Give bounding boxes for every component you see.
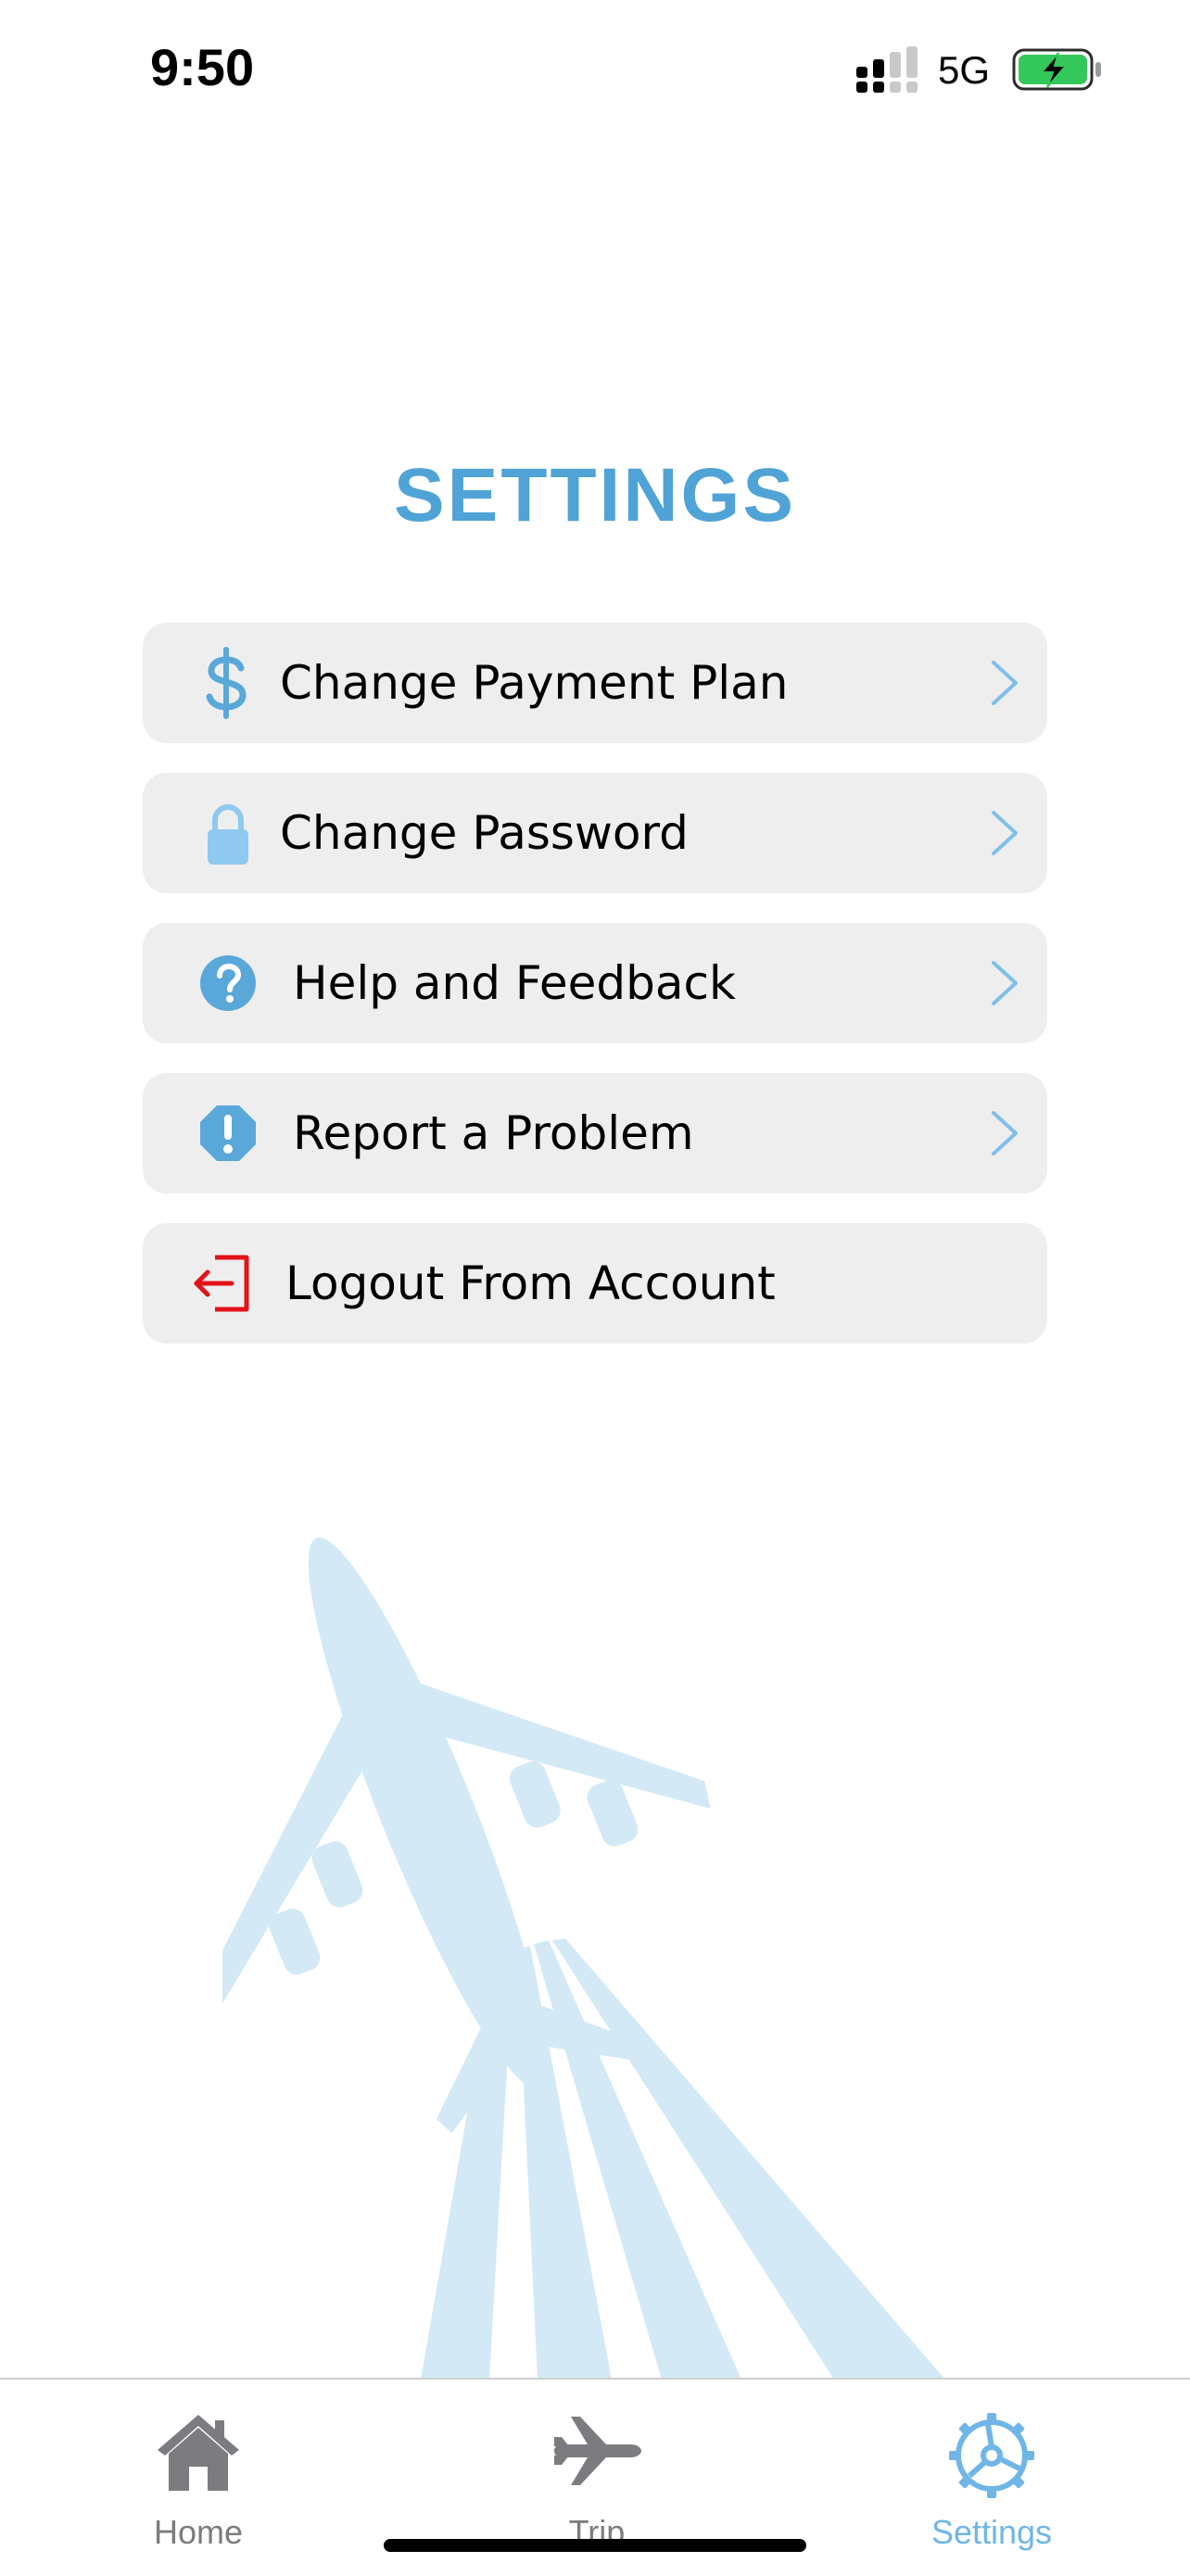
network-type: 5G (938, 48, 991, 92)
change-password-label: Change Password (280, 806, 689, 860)
help-and-feedback-label: Help and Feedback (293, 956, 736, 1010)
change-payment-plan-label: Change Payment Plan (280, 656, 789, 710)
cellular-signal-icon (856, 46, 918, 93)
lock-icon (208, 804, 248, 865)
chevron-right-icon (992, 961, 1018, 1005)
tab-home[interactable]: Home (87, 2380, 310, 2576)
battery-charging-icon (1012, 48, 1101, 91)
page-title: SETTINGS (393, 453, 797, 537)
report-a-problem-label: Report a Problem (293, 1106, 694, 1160)
status-bar: 9:50 5G (0, 0, 1190, 139)
logout-icon (194, 1255, 249, 1312)
change-payment-plan-button[interactable]: Change Payment Plan (143, 623, 1047, 743)
tab-settings-label: Settings (930, 2513, 1053, 2551)
home-indicator (384, 2539, 806, 2552)
change-password-button[interactable]: Change Password (143, 773, 1047, 893)
dollar-icon (206, 647, 247, 719)
report-a-problem-button[interactable]: Report a Problem (143, 1073, 1047, 1193)
airplane-takeoff-illustration (222, 1537, 945, 2380)
tab-home-label: Home (153, 2513, 244, 2551)
help-and-feedback-button[interactable]: Help and Feedback (143, 923, 1047, 1043)
question-circle-icon (200, 955, 256, 1011)
exclamation-octagon-icon (200, 1105, 256, 1161)
house-icon (158, 2415, 239, 2491)
tab-settings[interactable]: Settings (880, 2380, 1103, 2576)
chevron-right-icon (992, 811, 1018, 855)
logout-button[interactable]: Logout From Account (143, 1223, 1047, 1344)
settings-menu: Change Payment Plan Change Password Help… (143, 623, 1047, 1373)
gear-icon (949, 2413, 1034, 2498)
logout-label: Logout From Account (285, 1256, 776, 1310)
status-time: 9:50 (150, 38, 255, 96)
airplane-icon (554, 2417, 641, 2485)
chevron-right-icon (992, 1111, 1018, 1155)
chevron-right-icon (992, 661, 1018, 705)
